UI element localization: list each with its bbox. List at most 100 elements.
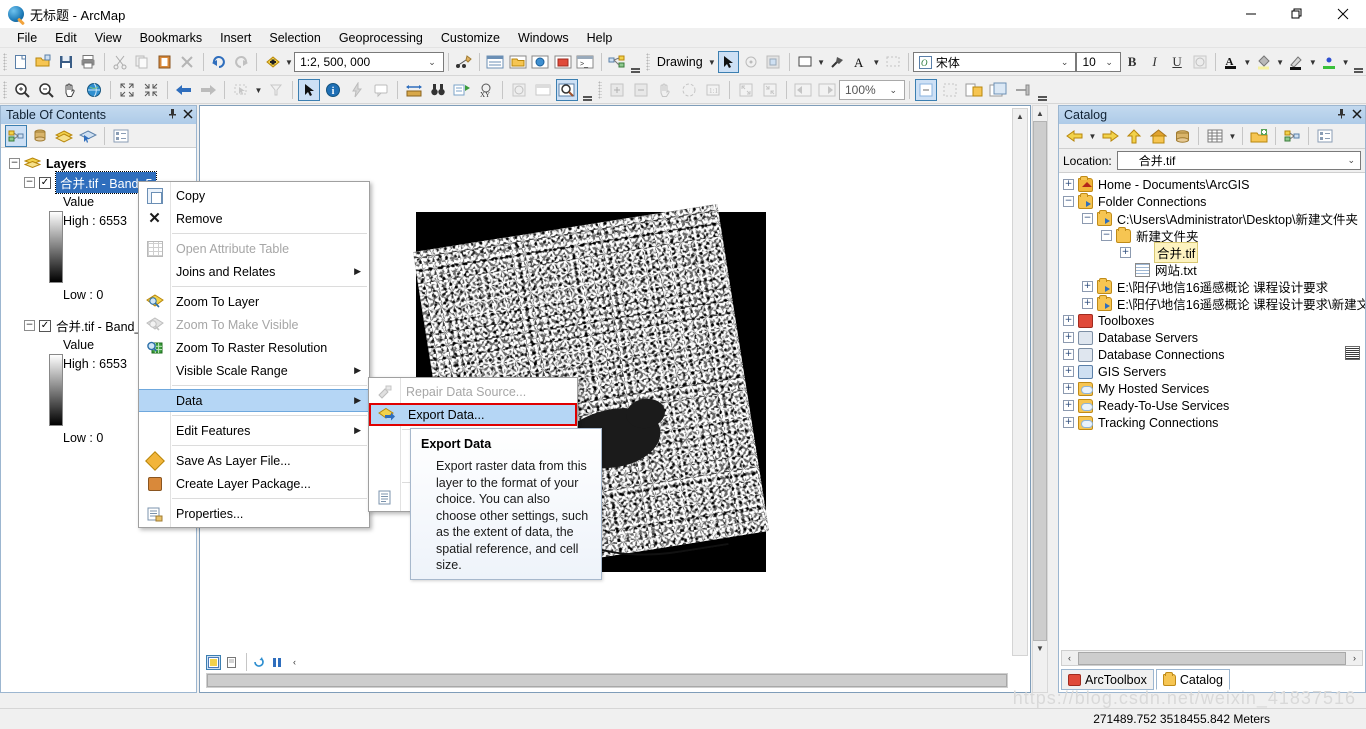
- font-color-icon[interactable]: A: [1221, 51, 1241, 73]
- text-background-icon[interactable]: [1189, 51, 1209, 73]
- tab-catalog[interactable]: Catalog: [1155, 669, 1230, 690]
- pin-icon[interactable]: [164, 108, 180, 122]
- collapse-arrow-icon[interactable]: ‹: [287, 655, 302, 670]
- default-geodatabase-icon[interactable]: [1171, 125, 1193, 147]
- text-style-dropdown-icon[interactable]: ▼: [871, 51, 881, 73]
- layer-visibility-checkbox[interactable]: ✓: [39, 319, 51, 332]
- search-window-icon[interactable]: [530, 51, 550, 73]
- context-menu-item-edit-features[interactable]: Edit Features ▶: [139, 419, 369, 442]
- table-of-contents-icon[interactable]: [485, 51, 505, 73]
- menu-geoprocessing[interactable]: Geoprocessing: [330, 29, 432, 47]
- expander-icon[interactable]: −: [1063, 196, 1074, 207]
- map-horizontal-scrollbar[interactable]: [206, 673, 1008, 688]
- marker-color-dropdown-icon[interactable]: ▼: [1340, 51, 1350, 73]
- undo-icon[interactable]: [208, 51, 228, 73]
- back-dropdown-icon[interactable]: ▼: [1087, 125, 1098, 147]
- fixed-zoom-out-icon[interactable]: [140, 79, 162, 101]
- catalog-item-text-file[interactable]: 网站.txt: [1059, 261, 1365, 278]
- pin-icon[interactable]: [1333, 108, 1349, 122]
- view-dropdown-icon[interactable]: ▼: [1227, 125, 1238, 147]
- clear-selection-icon[interactable]: [265, 79, 287, 101]
- line-color-dropdown-icon[interactable]: ▼: [1308, 51, 1318, 73]
- fill-bucket-icon[interactable]: [1253, 51, 1273, 73]
- catalog-item-my-hosted-services[interactable]: + My Hosted Services: [1059, 380, 1365, 397]
- catalog-item-folder-connections[interactable]: − Folder Connections: [1059, 192, 1365, 210]
- back-icon[interactable]: [1064, 125, 1086, 147]
- document-vertical-scrollbar[interactable]: ▲ ▼: [1032, 105, 1048, 693]
- expander-icon[interactable]: +: [1063, 383, 1074, 394]
- catalog-item-toolboxes[interactable]: + Toolboxes: [1059, 312, 1365, 329]
- expander-icon[interactable]: +: [1063, 417, 1074, 428]
- add-data-dropdown-icon[interactable]: ▼: [284, 51, 294, 73]
- expander-icon[interactable]: +: [1063, 366, 1074, 377]
- catalog-item-e-drive-folder-2[interactable]: + E:\阳仔\地信16遥感概论 课程设计要求\新建文件夹: [1059, 294, 1365, 312]
- catalog-horizontal-scrollbar[interactable]: ‹ ›: [1061, 650, 1363, 666]
- copy-icon[interactable]: [132, 51, 152, 73]
- catalog-item-database-servers[interactable]: + Database Servers: [1059, 329, 1365, 346]
- minimize-button[interactable]: [1228, 0, 1274, 28]
- map-vertical-scrollbar[interactable]: ▲: [1012, 108, 1028, 656]
- expander-icon[interactable]: +: [1063, 179, 1074, 190]
- expander-icon[interactable]: −: [1082, 213, 1093, 224]
- open-icon[interactable]: [33, 51, 53, 73]
- layout-zoom-combo[interactable]: 100% ⌄: [839, 80, 905, 100]
- menu-windows[interactable]: Windows: [509, 29, 578, 47]
- fixed-zoom-in-icon[interactable]: [116, 79, 138, 101]
- data-view-button[interactable]: [206, 654, 221, 670]
- connect-to-folder-icon[interactable]: [1248, 125, 1270, 147]
- find-route-icon[interactable]: [451, 79, 473, 101]
- layout-zoom-in-icon[interactable]: [606, 79, 628, 101]
- expander-icon[interactable]: +: [1082, 298, 1093, 309]
- map-scale-combo[interactable]: 1:2, 500, 000 ⌄: [294, 52, 444, 72]
- menu-customize[interactable]: Customize: [432, 29, 509, 47]
- catalog-item-database-connections[interactable]: + Database Connections: [1059, 346, 1365, 363]
- insert-guide-icon[interactable]: [1011, 79, 1033, 101]
- expander-icon[interactable]: +: [1063, 332, 1074, 343]
- line-color-icon[interactable]: [1286, 51, 1306, 73]
- print-icon[interactable]: [78, 51, 98, 73]
- context-menu-item-create-layer-package[interactable]: Create Layer Package...: [139, 472, 369, 495]
- toolbar-overflow-button[interactable]: [630, 50, 641, 74]
- refresh-view-button[interactable]: [251, 655, 266, 670]
- measure-icon[interactable]: [403, 79, 425, 101]
- layout-full-extent-icon[interactable]: [678, 79, 700, 101]
- maximize-restore-button[interactable]: [1274, 0, 1320, 28]
- expander-icon[interactable]: −: [24, 320, 35, 331]
- expander-icon[interactable]: +: [1063, 315, 1074, 326]
- catalog-item-desktop-folder[interactable]: − C:\Users\Administrator\Desktop\新建文件夹: [1059, 209, 1365, 227]
- rotate-element-icon[interactable]: [741, 51, 761, 73]
- list-by-selection-icon[interactable]: [77, 125, 99, 147]
- scrollbar-thumb[interactable]: [207, 674, 1007, 687]
- italic-button[interactable]: I: [1144, 51, 1164, 73]
- text-style-icon[interactable]: A: [850, 51, 870, 73]
- context-menu-item-remove[interactable]: ✕ Remove: [139, 207, 369, 230]
- scroll-left-icon[interactable]: ‹: [1062, 653, 1077, 663]
- select-features-dropdown-icon[interactable]: ▼: [253, 79, 264, 101]
- context-menu-item-joins-and-relates[interactable]: Joins and Relates ▶: [139, 260, 369, 283]
- catalog-window-icon[interactable]: [508, 51, 528, 73]
- drawing-toolbar-overflow-button[interactable]: [1353, 50, 1364, 74]
- tab-arctoolbox[interactable]: ArcToolbox: [1061, 669, 1154, 690]
- list-by-drawing-order-icon[interactable]: [5, 124, 27, 147]
- expander-icon[interactable]: −: [24, 177, 35, 188]
- drawing-menu-label[interactable]: Drawing: [653, 55, 707, 69]
- close-icon[interactable]: [180, 108, 196, 122]
- fixed-zoom-in-page-icon[interactable]: [735, 79, 757, 101]
- scroll-up-icon[interactable]: ▲: [1013, 109, 1027, 124]
- zoom-out-icon[interactable]: [35, 79, 57, 101]
- location-combo[interactable]: 合并.tif ⌄: [1116, 151, 1361, 268]
- toggle-contents-panel-icon[interactable]: [1281, 125, 1303, 147]
- time-slider-icon[interactable]: [508, 79, 530, 101]
- submenu-item-export-data[interactable]: Export Data...: [369, 403, 577, 426]
- toolbar-grip[interactable]: [3, 53, 7, 71]
- bold-button[interactable]: B: [1122, 51, 1142, 73]
- menu-edit[interactable]: Edit: [46, 29, 86, 47]
- catalog-item-e-drive-folder-1[interactable]: + E:\阳仔\地信16遥感概论 课程设计要求: [1059, 277, 1365, 295]
- pan-hand-icon[interactable]: [59, 79, 81, 101]
- scrollbar-thumb[interactable]: [1033, 121, 1047, 641]
- menu-bookmarks[interactable]: Bookmarks: [131, 29, 212, 47]
- expander-icon[interactable]: +: [1063, 400, 1074, 411]
- context-menu-item-zoom-to-raster-resolution[interactable]: Zoom To Raster Resolution: [139, 336, 369, 359]
- full-extent-globe-icon[interactable]: [83, 79, 105, 101]
- font-name-combo[interactable]: O 宋体 ⌄: [912, 52, 1077, 72]
